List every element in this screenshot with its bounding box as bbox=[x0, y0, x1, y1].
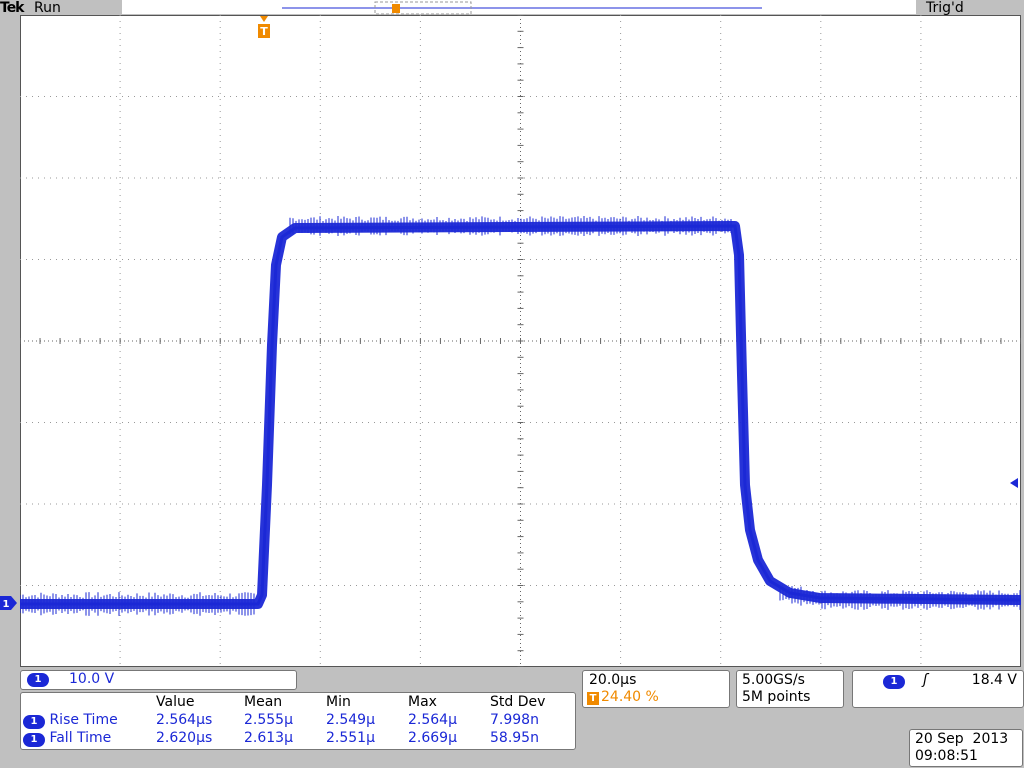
header-std-dev: Std Dev bbox=[490, 694, 546, 710]
measurement-header-row: Value Mean Min Max Std Dev bbox=[23, 693, 545, 711]
ch1-ground-icon: 1 bbox=[0, 596, 17, 610]
header-value: Value bbox=[156, 694, 195, 710]
graticule bbox=[20, 15, 1021, 667]
ch1-badge: 1 bbox=[27, 673, 49, 687]
date: 20 Sep 2013 bbox=[915, 731, 1009, 747]
meas-max: 2.669µ bbox=[408, 730, 457, 746]
acquisition-readout[interactable]: 5.00GS/s 5M points bbox=[736, 670, 844, 708]
meas-value: 2.564µs bbox=[156, 712, 213, 728]
trigger-level-arrow-icon bbox=[1010, 478, 1018, 488]
trigger-source-badge: 1 bbox=[883, 675, 905, 689]
trigger-position-percent: 24.40 % bbox=[601, 689, 659, 705]
record-trigger-icon bbox=[392, 4, 400, 13]
meas-mean: 2.555µ bbox=[244, 712, 293, 728]
ch1-ground-marker[interactable]: 1 bbox=[0, 595, 18, 615]
meas-name: Rise Time bbox=[49, 711, 118, 728]
header-label bbox=[23, 693, 156, 711]
meas-min: 2.549µ bbox=[326, 712, 375, 728]
grid-lines bbox=[20, 15, 1021, 667]
ch1-volts-per-div: 10.0 V bbox=[69, 671, 115, 687]
meas-max: 2.564µ bbox=[408, 712, 457, 728]
meas-std-dev: 7.998n bbox=[490, 712, 539, 728]
measurement-table: Value Mean Min Max Std Dev 1 Rise Time 2… bbox=[23, 693, 545, 747]
measurement-row-fall-time[interactable]: 1 Fall Time 2.620µs 2.613µ 2.551µ 2.669µ… bbox=[23, 729, 545, 747]
trigger-position-icon: T bbox=[258, 16, 270, 38]
trigger-t-icon: T bbox=[587, 692, 599, 705]
meas-name: Fall Time bbox=[49, 729, 112, 746]
trigger-level-marker[interactable] bbox=[1010, 475, 1022, 494]
run-status: Run bbox=[34, 0, 61, 16]
trigger-marker-label: T bbox=[260, 25, 268, 38]
tek-logo: Tek bbox=[0, 0, 24, 16]
ground-marker-label: 1 bbox=[3, 599, 10, 610]
sample-rate: 5.00GS/s bbox=[742, 672, 805, 688]
header-max: Max bbox=[408, 694, 437, 710]
meas-std-dev: 58.95n bbox=[490, 730, 539, 746]
meas-mean: 2.613µ bbox=[244, 730, 293, 746]
record-length: 5M points bbox=[742, 689, 811, 705]
meas-channel-badge: 1 bbox=[23, 714, 45, 729]
trigger-status: Trig'd bbox=[926, 0, 964, 16]
trigger-level: 18.4 V bbox=[971, 672, 1017, 688]
record-view-indicator bbox=[282, 1, 762, 15]
horizontal-scale-readout[interactable]: 20.0µs T 24.40 % bbox=[582, 670, 730, 708]
measurement-panel[interactable]: Value Mean Min Max Std Dev 1 Rise Time 2… bbox=[20, 692, 576, 750]
ch1-scale-readout[interactable]: 1 10.0 V bbox=[20, 670, 297, 690]
datetime-readout: 20 Sep 2013 09:08:51 bbox=[909, 729, 1023, 767]
header-mean: Mean bbox=[244, 694, 283, 710]
header-min: Min bbox=[326, 694, 351, 710]
meas-min: 2.551µ bbox=[326, 730, 375, 746]
measurement-row-rise-time[interactable]: 1 Rise Time 2.564µs 2.555µ 2.549µ 2.564µ… bbox=[23, 711, 545, 729]
time-per-div: 20.0µs bbox=[589, 672, 637, 688]
time: 09:08:51 bbox=[915, 748, 978, 764]
record-view-bar[interactable] bbox=[122, 0, 916, 15]
trigger-position-readout: T 24.40 % bbox=[587, 689, 659, 705]
trigger-position-marker[interactable]: T bbox=[257, 16, 271, 44]
trigger-readout[interactable]: 1 ʃ 18.4 V bbox=[852, 670, 1024, 708]
rising-edge-icon: ʃ bbox=[923, 672, 928, 688]
meas-channel-badge: 1 bbox=[23, 732, 45, 747]
meas-value: 2.620µs bbox=[156, 730, 213, 746]
